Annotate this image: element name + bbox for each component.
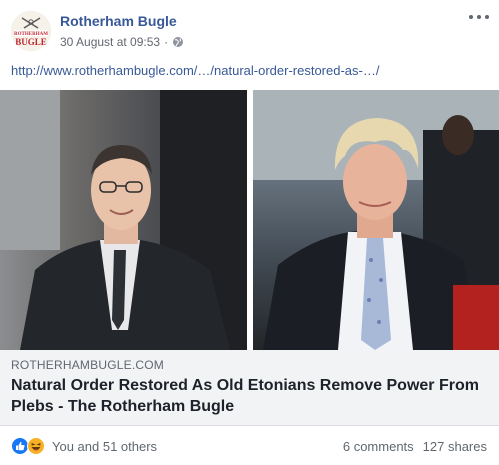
- post-timestamp[interactable]: 30 August at 09:53: [60, 35, 160, 49]
- more-options-button[interactable]: [469, 10, 489, 24]
- facebook-post: ROTHERHAM BUGLE Rotherham Bugle 30 Augus…: [0, 0, 499, 465]
- post-header: ROTHERHAM BUGLE Rotherham Bugle 30 Augus…: [0, 0, 499, 56]
- page-name-link[interactable]: Rotherham Bugle: [60, 13, 177, 29]
- svg-text:BUGLE: BUGLE: [15, 37, 47, 47]
- comments-count[interactable]: 6 comments: [343, 439, 414, 454]
- shares-count[interactable]: 127 shares: [423, 439, 487, 454]
- engagement-counts: 6 comments 127 shares: [343, 439, 487, 454]
- meta-separator: ·: [164, 35, 169, 49]
- rotherham-bugle-logo: ROTHERHAM BUGLE: [11, 11, 51, 51]
- link-card[interactable]: ROTHERHAMBUGLE.COM Natural Order Restore…: [0, 350, 499, 426]
- photo-right-man-blond-hair: [253, 90, 499, 350]
- like-icon: [11, 437, 29, 455]
- reaction-icons[interactable]: [11, 437, 51, 455]
- ellipsis-dot: [477, 15, 481, 19]
- link-preview-image[interactable]: [0, 90, 499, 350]
- photo-left-man-in-suit: [0, 90, 247, 350]
- link-domain: ROTHERHAMBUGLE.COM: [11, 358, 164, 372]
- haha-icon: [27, 437, 45, 455]
- page-avatar[interactable]: ROTHERHAM BUGLE: [11, 11, 51, 51]
- reaction-summary[interactable]: You and 51 others: [52, 439, 157, 454]
- ellipsis-icon: [469, 15, 473, 19]
- article-title[interactable]: Natural Order Restored As Old Etonians R…: [11, 375, 491, 417]
- reactions-bar: You and 51 others 6 comments 127 shares: [0, 426, 499, 465]
- post-meta: 30 August at 09:53 ·: [60, 35, 184, 49]
- globe-icon[interactable]: [172, 36, 184, 48]
- ellipsis-dot: [485, 15, 489, 19]
- post-link-url[interactable]: http://www.rotherhambugle.com/…/natural-…: [11, 63, 379, 78]
